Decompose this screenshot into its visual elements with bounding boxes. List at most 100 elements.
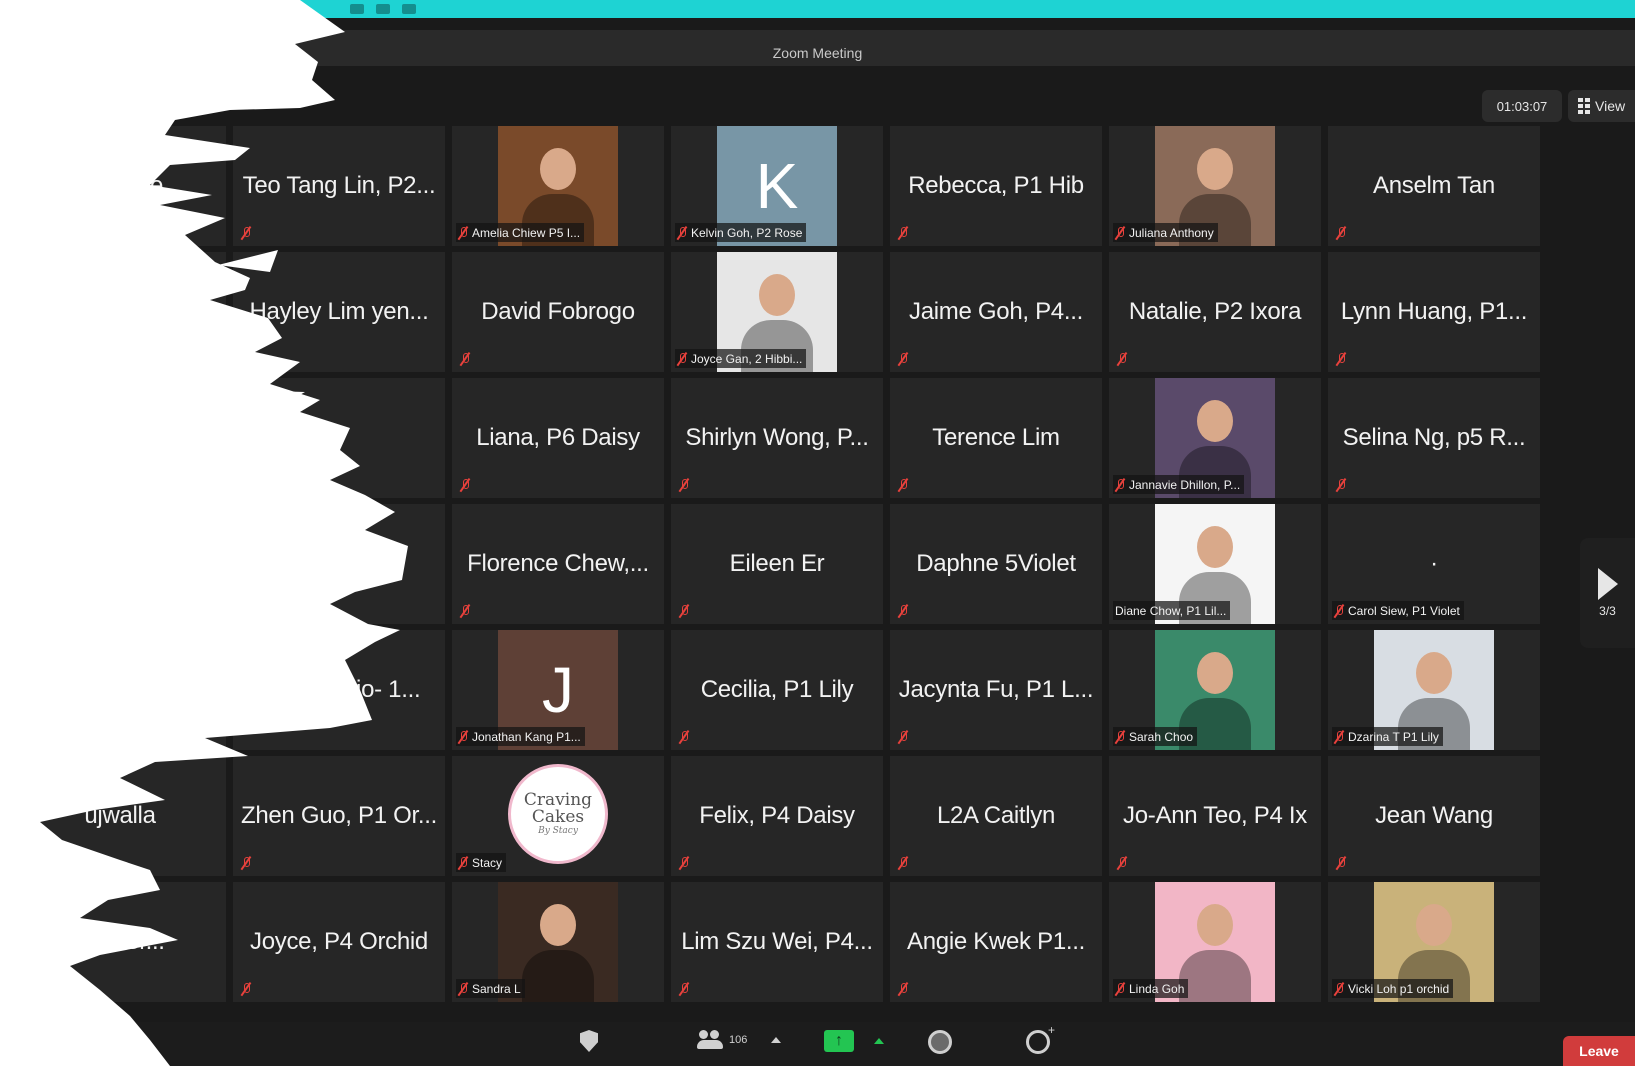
participant-label-text: Diane Chow, P1 Lil... xyxy=(1115,603,1227,618)
participant-tile[interactable]: Felix, P4 Daisy xyxy=(671,756,883,876)
participant-tile[interactable]: Zhen Guo, P1 Or... xyxy=(233,756,445,876)
mic-muted-icon xyxy=(1115,730,1125,744)
participant-name: Selina Ng, p5 R... xyxy=(1342,424,1526,451)
participant-tile[interactable]: Jacynta Fu, P1 L... xyxy=(890,630,1102,750)
record-button[interactable] xyxy=(928,1030,952,1054)
participant-tile[interactable]: Craving Cakes By Stacy Stacy xyxy=(452,756,664,876)
mic-muted-icon xyxy=(1334,730,1344,744)
participant-tile[interactable]: David Fobrogo xyxy=(452,252,664,372)
participant-tile[interactable]: Rebecca, P1 Hib xyxy=(890,126,1102,246)
participant-label: Stacy xyxy=(456,853,507,872)
participant-tile[interactable]: Liana, P6 Daisy xyxy=(452,378,664,498)
share-screen-button[interactable] xyxy=(824,1030,884,1052)
mic-muted-icon xyxy=(679,856,689,870)
meeting-timer: 01:03:07 xyxy=(1482,90,1562,122)
participant-name: Angie Kwek P1... xyxy=(907,928,1085,955)
participant-tile[interactable]: Terence Lim xyxy=(890,378,1102,498)
participant-tile[interactable]: Hayley Lim yen... xyxy=(233,252,445,372)
participant-tile[interactable]: Eileen Er xyxy=(671,504,883,624)
mic-muted-icon xyxy=(1334,604,1344,618)
participant-label-text: Linda Goh xyxy=(1129,981,1185,996)
participant-tile[interactable]: · Carol Siew, P1 Violet xyxy=(1328,504,1540,624)
participant-tile[interactable]: Joyce Gan, 2 Hibbi... xyxy=(671,252,883,372)
photo-figure xyxy=(1197,652,1233,694)
photo-figure xyxy=(1416,652,1452,694)
participant-tile[interactable]: Sarah Choo xyxy=(1109,630,1321,750)
participant-tile[interactable]: eli soedibjo- 1... xyxy=(233,630,445,750)
participant-tile[interactable] xyxy=(14,252,226,372)
participants-button[interactable]: 106 xyxy=(697,1030,782,1050)
participant-tile[interactable]: Shirlyn Wong, P... xyxy=(671,378,883,498)
menubar-icon xyxy=(350,4,364,14)
participant-tile[interactable]: Anselm Tan xyxy=(1328,126,1540,246)
participant-tile[interactable]: Daphne 5Violet xyxy=(890,504,1102,624)
participant-tile[interactable]: Linda Goh xyxy=(1109,882,1321,1002)
participant-name: Natalie, P2 Ixora xyxy=(1128,298,1302,325)
participant-name: Eileen Er xyxy=(729,550,825,577)
mic-muted-icon xyxy=(898,604,908,618)
participant-tile[interactable]: Lynn Huang, P1... xyxy=(1328,252,1540,372)
participant-name: ily - Ellie xyxy=(76,172,164,199)
mic-muted-icon xyxy=(1336,856,1346,870)
photo-figure xyxy=(1197,526,1233,568)
mic-muted-icon xyxy=(460,478,470,492)
meeting-toolbar xyxy=(0,1022,1635,1066)
mic-muted-icon xyxy=(677,226,687,240)
participant-tile[interactable]: Vicki Loh p1 orchid xyxy=(1328,882,1540,1002)
participant-tile[interactable]: L2A Caitlyn xyxy=(890,756,1102,876)
participant-label-text: Jonathan Kang P1... xyxy=(472,729,581,744)
participant-tile[interactable]: ily - Ellie xyxy=(14,126,226,246)
security-button[interactable] xyxy=(580,1030,598,1052)
participant-tile[interactable]: xander... xyxy=(14,882,226,1002)
participant-tile[interactable]: Teo Tang Lin, P2... xyxy=(233,126,445,246)
participant-tile[interactable] xyxy=(14,504,226,624)
mic-muted-icon xyxy=(1117,352,1127,366)
participant-label-text: Joyce Gan, 2 Hibbi... xyxy=(691,351,803,366)
participant-tile[interactable]: Diane Chow, P1 Lil... xyxy=(1109,504,1321,624)
participant-tile[interactable]: a Yong xyxy=(14,378,226,498)
participant-tile[interactable]: Angie Kwek P1... xyxy=(890,882,1102,1002)
participant-tile[interactable]: Dzarina T P1 Lily xyxy=(1328,630,1540,750)
participant-tile[interactable] xyxy=(233,504,445,624)
next-page-button[interactable]: 3/3 xyxy=(1580,538,1635,648)
participant-tile[interactable]: Natalie, P2 Ixora xyxy=(1109,252,1321,372)
mic-muted-icon xyxy=(1334,982,1344,996)
participant-tile[interactable]: Jannavie Dhillon, P... xyxy=(1109,378,1321,498)
chevron-right-icon xyxy=(1597,568,1618,600)
participant-tile[interactable]: Sandra L xyxy=(452,882,664,1002)
participant-label: Carol Siew, P1 Violet xyxy=(1332,601,1464,620)
participant-label-text: Sandra L xyxy=(472,981,521,996)
participant-tile[interactable]: Joyce, P4 Orchid xyxy=(233,882,445,1002)
share-screen-icon xyxy=(824,1030,854,1052)
participant-name: Rebecca, P1 Hib xyxy=(908,172,1084,199)
participant-tile[interactable]: K Kelvin Goh, P2 Rose xyxy=(671,126,883,246)
participant-name: Teo Tang Lin, P2... xyxy=(242,172,436,199)
avatar-initial: J xyxy=(542,654,574,726)
participant-tile[interactable]: Lim Szu Wei, P4... xyxy=(671,882,883,1002)
participant-tile[interactable] xyxy=(233,378,445,498)
participant-tile[interactable]: Selina Ng, p5 R... xyxy=(1328,378,1540,498)
participant-tile[interactable]: Jo-Ann Teo, P4 Ix xyxy=(1109,756,1321,876)
participant-tile[interactable]: Amelia Chiew P5 I... xyxy=(452,126,664,246)
view-button[interactable]: View xyxy=(1568,90,1635,122)
photo-figure xyxy=(1197,400,1233,442)
participant-tile[interactable]: Juliana Anthony xyxy=(1109,126,1321,246)
participant-tile[interactable]: Florence Chew,... xyxy=(452,504,664,624)
participant-tile[interactable]: Cecilia, P1 Lily xyxy=(671,630,883,750)
reactions-icon xyxy=(1026,1023,1055,1054)
participant-tile[interactable]: Jean Wang xyxy=(1328,756,1540,876)
mic-muted-icon xyxy=(898,226,908,240)
participant-tile[interactable]: ujwalla xyxy=(14,756,226,876)
participant-tile[interactable]: J Jonathan Kang P1... xyxy=(452,630,664,750)
reactions-button[interactable] xyxy=(1026,1023,1055,1054)
participant-tile[interactable]: Jaime Goh, P4... xyxy=(890,252,1102,372)
leave-button[interactable]: Leave xyxy=(1563,1036,1635,1066)
photo-figure xyxy=(1197,148,1233,190)
chevron-up-icon[interactable] xyxy=(771,1037,782,1043)
participant-label: Jonathan Kang P1... xyxy=(456,727,585,746)
mic-muted-icon xyxy=(1115,982,1125,996)
participant-name: Joyce, P4 Orchid xyxy=(250,928,428,955)
participant-tile[interactable] xyxy=(14,630,226,750)
chevron-up-icon[interactable] xyxy=(874,1038,884,1044)
participant-label-text: Dzarina T P1 Lily xyxy=(1348,729,1439,744)
